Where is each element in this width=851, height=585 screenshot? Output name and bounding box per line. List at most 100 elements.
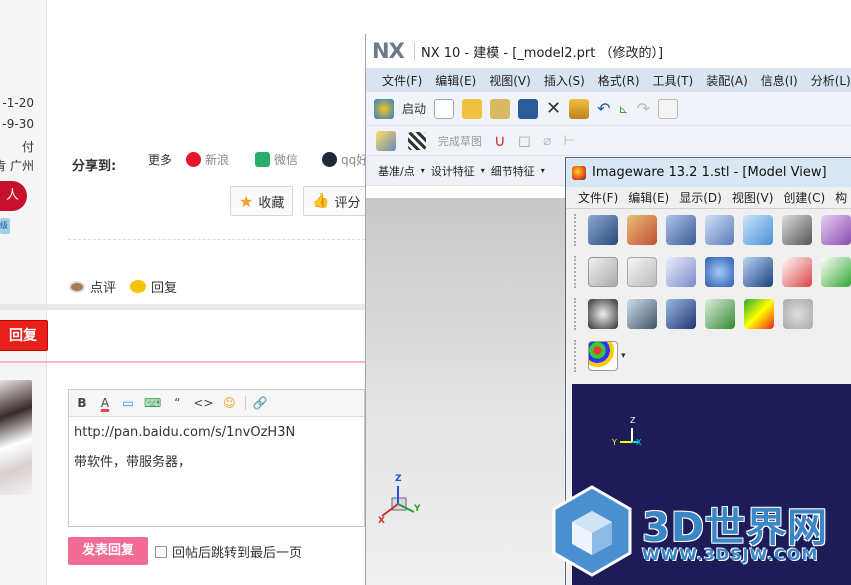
layer-icon[interactable] xyxy=(569,98,590,119)
toolbar-grip[interactable] xyxy=(574,298,577,330)
rate-button[interactable]: 👍 评分 xyxy=(303,186,373,216)
share-label: 分享到: xyxy=(72,159,117,174)
wcs-icon[interactable]: ⊾ xyxy=(619,102,629,116)
save-icon[interactable] xyxy=(518,98,539,119)
import-points-icon[interactable] xyxy=(626,215,657,245)
reply-button[interactable]: 回复 xyxy=(0,320,48,351)
iw-menu-create[interactable]: 创建(C) xyxy=(783,189,825,206)
detail-feature-dropdown[interactable]: 细节特征 xyxy=(491,163,535,179)
grid-icon[interactable] xyxy=(782,215,813,245)
palette-icon[interactable] xyxy=(588,341,618,371)
smiley-icon[interactable]: ☺ xyxy=(222,396,236,410)
cube-icon[interactable] xyxy=(743,215,774,245)
stripes-icon[interactable] xyxy=(666,299,696,329)
nx-menu-assembly[interactable]: 装配(A) xyxy=(706,72,748,89)
share-wechat-button[interactable]: 微信 xyxy=(255,151,298,168)
iw-menu-file[interactable]: 文件(F) xyxy=(578,189,618,206)
editor-line: 带软件，带服务器， xyxy=(74,455,192,470)
iw-menu-edit[interactable]: 编辑(E) xyxy=(628,189,669,206)
comment-link[interactable]: 点评 xyxy=(69,277,116,296)
nx-menu-info[interactable]: 信息(I) xyxy=(761,72,798,89)
nx-menu-view[interactable]: 视图(V) xyxy=(489,72,531,89)
new-file-icon[interactable] xyxy=(434,98,455,119)
jump-label: 回帖后跳转到最后一页 xyxy=(172,546,303,561)
gauge-icon[interactable] xyxy=(588,299,618,329)
point-cloud-icon[interactable] xyxy=(665,215,696,245)
share-weibo-button[interactable]: 新浪 xyxy=(186,151,229,168)
start-menu-button[interactable]: 启动 xyxy=(402,100,426,117)
jump-to-last-page-option[interactable]: 回帖后跳转到最后一页 xyxy=(155,542,302,561)
sphere-icon[interactable] xyxy=(821,215,851,245)
nx-menu-insert[interactable]: 插入(S) xyxy=(544,72,585,89)
nx-graphics-area[interactable]: Z X Y xyxy=(366,198,566,585)
extra-tool-icon[interactable] xyxy=(821,257,851,287)
quote-icon[interactable]: “ xyxy=(170,396,184,410)
finish-flag-icon[interactable] xyxy=(408,131,426,150)
nx-menu-bar: 文件(F) 编辑(E) 视图(V) 插入(S) 格式(R) 工具(T) 装配(A… xyxy=(366,68,851,92)
curve-icon[interactable]: ∪ xyxy=(494,131,506,150)
box-wire-icon[interactable] xyxy=(588,257,618,287)
reply-editor[interactable]: B A ▭ ⌨ “ <> ☺ 🔗 http://pan.baidu.com/s/… xyxy=(68,389,365,527)
panel-icon[interactable] xyxy=(705,299,735,329)
nx-menu-analysis[interactable]: 分析(L) xyxy=(811,72,851,89)
redo-icon[interactable]: ↷ xyxy=(637,99,650,118)
nx-menu-tools[interactable]: 工具(T) xyxy=(653,72,694,89)
iw-menu-display[interactable]: 显示(D) xyxy=(679,189,722,206)
finish-sketch-button[interactable]: 完成草图 xyxy=(438,133,482,149)
comment-label: 点评 xyxy=(90,281,117,296)
datum-point-dropdown[interactable]: 基准/点 xyxy=(378,163,415,179)
open-file-icon[interactable] xyxy=(588,215,618,245)
bold-icon[interactable]: B xyxy=(75,396,89,410)
blank-doc-icon[interactable] xyxy=(657,98,678,119)
recent-files-icon[interactable] xyxy=(490,98,511,119)
collect-button[interactable]: ★ 收藏 xyxy=(230,186,294,216)
network-icon[interactable] xyxy=(665,257,696,287)
share-qq-button[interactable]: qq好 xyxy=(322,151,368,168)
dimension-icon[interactable]: ⊢ xyxy=(563,133,575,149)
nx-menu-edit[interactable]: 编辑(E) xyxy=(435,72,476,89)
role-badge: 人 xyxy=(0,181,27,211)
code-icon[interactable]: <> xyxy=(193,396,213,410)
attachment-upload-icon[interactable]: ⌨ xyxy=(144,396,161,410)
curve-wire-icon[interactable] xyxy=(626,257,657,287)
nx-menu-file[interactable]: 文件(F) xyxy=(382,72,422,89)
color-map-icon[interactable] xyxy=(744,299,774,329)
design-feature-dropdown[interactable]: 设计特征 xyxy=(431,163,475,179)
cylinder-icon[interactable] xyxy=(704,257,735,287)
toolbar-grip[interactable] xyxy=(574,256,577,288)
close-icon[interactable]: ✕ xyxy=(546,98,561,119)
plane-icon[interactable] xyxy=(743,257,774,287)
user-info-sidebar: -1-20 -9-30 付 肯 广州 人 级 xyxy=(0,0,47,585)
start-icon[interactable] xyxy=(374,98,394,119)
chevron-down-icon: ▾ xyxy=(480,166,485,175)
font-color-icon[interactable]: A xyxy=(98,396,112,410)
editor-textarea[interactable]: http://pan.baidu.com/s/1nvOzH3N 带软件，带服务器… xyxy=(69,417,364,479)
toolbar-grip[interactable] xyxy=(574,214,577,246)
sketch-icon[interactable] xyxy=(376,130,396,151)
jump-checkbox[interactable] xyxy=(155,545,167,558)
constraint-icon[interactable]: ⌀ xyxy=(543,133,551,149)
axis-icon[interactable] xyxy=(782,257,813,287)
avatar[interactable] xyxy=(0,380,32,495)
iw-menu-more[interactable]: 构 xyxy=(835,189,847,206)
section-icon[interactable] xyxy=(627,299,657,329)
undo-icon[interactable]: ↶ xyxy=(597,99,610,118)
post-reply-button[interactable]: 发表回复 xyxy=(68,537,148,565)
imageware-window-title: Imageware 13.2 1.stl - [Model View] xyxy=(592,165,827,180)
qq-icon xyxy=(322,152,337,167)
chevron-down-icon[interactable]: ▾ xyxy=(621,351,626,361)
toolbar-grip[interactable] xyxy=(574,340,577,372)
cloud-icon[interactable] xyxy=(783,299,813,329)
share-more-link[interactable]: 更多 xyxy=(148,151,172,168)
image-icon[interactable]: ▭ xyxy=(121,396,135,410)
imageware-menu-bar: 文件(F) 编辑(E) 显示(D) 视图(V) 创建(C) 构 xyxy=(566,187,851,209)
open-folder-icon[interactable] xyxy=(462,98,483,119)
reply-link[interactable]: 回复 xyxy=(130,277,177,296)
shape-icon[interactable]: ◻ xyxy=(518,131,531,150)
axis-z-label: Z xyxy=(630,416,636,425)
surface-icon[interactable] xyxy=(704,215,735,245)
link-icon[interactable]: 🔗 xyxy=(245,396,267,410)
collect-label: 收藏 xyxy=(258,195,285,211)
iw-menu-view[interactable]: 视图(V) xyxy=(732,189,774,206)
nx-menu-format[interactable]: 格式(R) xyxy=(598,72,640,89)
